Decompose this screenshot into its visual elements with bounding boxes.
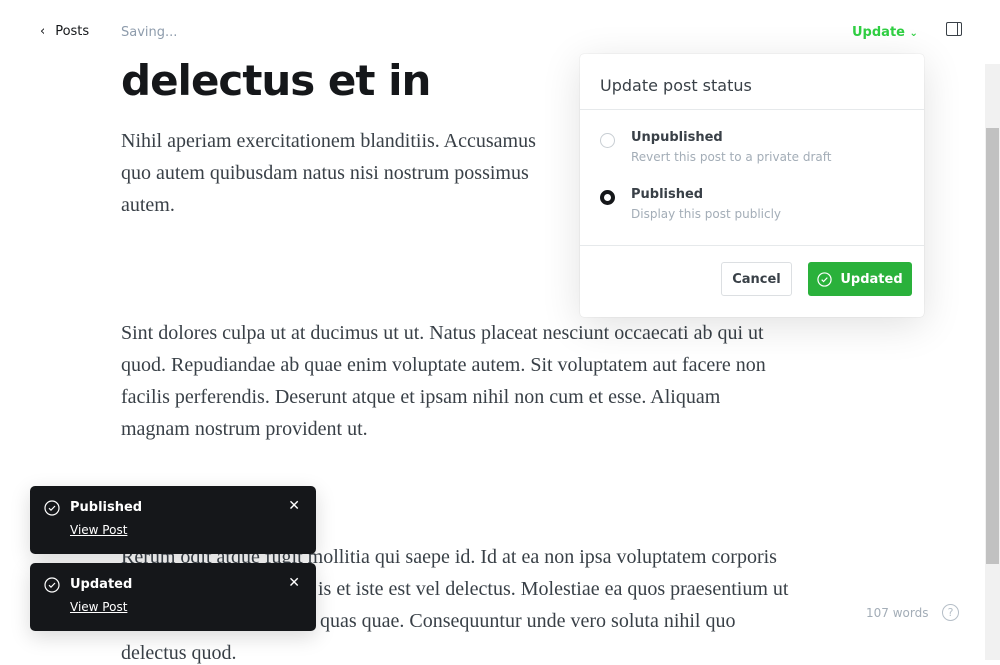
cancel-button[interactable]: Cancel <box>721 262 792 296</box>
body-line: magnam nostrum provident ut. <box>121 418 368 440</box>
chevron-down-icon: ⌄ <box>909 28 918 39</box>
check-circle-icon <box>817 271 833 287</box>
update-status-popover: Update post status Unpublished Revert thi… <box>580 54 924 317</box>
word-count: 107 words <box>866 606 929 620</box>
updated-label: Updated <box>840 271 903 287</box>
back-to-posts-link[interactable]: ‹ Posts <box>40 24 89 39</box>
radio-published[interactable] <box>600 190 615 205</box>
popover-title: Update post status <box>580 54 924 110</box>
help-icon[interactable]: ? <box>942 604 959 621</box>
update-button[interactable]: Update ⌄ <box>852 25 918 40</box>
body-line: facilis perferendis. Deserunt atque et i… <box>121 386 721 408</box>
toast-published: Published View Post ✕ <box>30 486 316 554</box>
radio-unpublished[interactable] <box>600 133 615 148</box>
divider <box>580 245 924 246</box>
option-desc: Revert this post to a private draft <box>631 150 832 164</box>
option-label: Published <box>631 187 704 202</box>
option-desc: Display this post publicly <box>631 207 782 221</box>
scrollbar-thumb[interactable] <box>986 128 999 564</box>
option-published[interactable]: Published Display this post publicly <box>600 187 781 221</box>
option-label: Unpublished <box>631 130 723 145</box>
toast-title: Updated <box>70 577 133 592</box>
body-line: quas quae. Consequuntur unde vero soluta… <box>320 610 736 632</box>
back-label: Posts <box>55 24 90 39</box>
body-line: delectus quod. <box>121 642 237 664</box>
body-line: Nihil aperiam exercitationem blanditiis.… <box>121 130 536 152</box>
update-label: Update <box>852 25 905 40</box>
body-line: autem. <box>121 194 175 216</box>
updated-button[interactable]: Updated <box>808 262 912 296</box>
chevron-left-icon: ‹ <box>40 24 46 39</box>
body-line: quod. Repudiandae ab quae enim voluptate… <box>121 354 766 376</box>
close-icon[interactable]: ✕ <box>288 498 300 514</box>
body-line: Sint dolores culpa ut at ducimus ut ut. … <box>121 322 764 344</box>
close-icon[interactable]: ✕ <box>288 575 300 591</box>
body-line: quo autem quibusdam natus nisi nostrum p… <box>121 162 529 184</box>
view-post-link[interactable]: View Post <box>70 600 127 614</box>
post-title[interactable]: delectus et in <box>121 56 431 105</box>
save-status: Saving... <box>121 25 178 40</box>
sidebar-toggle-icon[interactable] <box>946 22 962 36</box>
check-circle-icon <box>44 577 60 593</box>
check-circle-icon <box>44 500 60 516</box>
view-post-link[interactable]: View Post <box>70 523 127 537</box>
option-unpublished[interactable]: Unpublished Revert this post to a private… <box>600 130 831 164</box>
body-line: is et iste est vel delectus. Molestiae e… <box>318 578 789 600</box>
toast-title: Published <box>70 500 143 515</box>
toast-updated: Updated View Post ✕ <box>30 563 316 631</box>
